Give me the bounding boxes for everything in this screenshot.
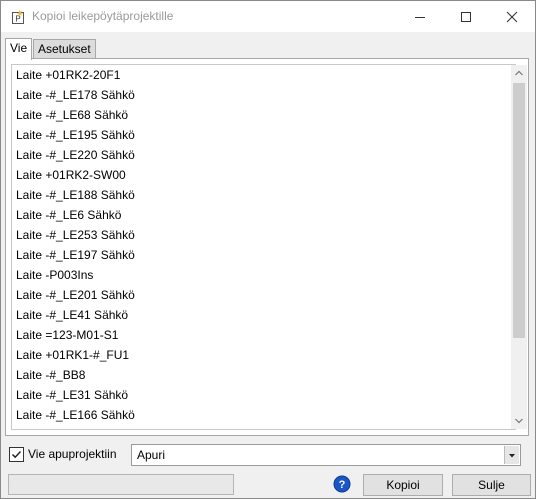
dropdown-arrow-button[interactable] [504,446,519,464]
help-button[interactable]: ? [333,475,351,493]
list-item[interactable]: Laite -#_LE188 Sähkö [16,185,135,205]
close-button[interactable]: Sulje [452,474,531,496]
tab-panel-vie: Laite +01RK2-20F1 Laite -#_LE178 Sähkö L… [5,58,529,436]
list-item[interactable]: Laite -P003Ins [16,265,93,285]
export-checkbox-label[interactable]: Vie apuprojektiin [28,447,117,461]
svg-text:?: ? [339,479,346,491]
app-p-icon: P [10,9,26,25]
list-item[interactable]: Laite =123-M01-S1 [16,325,118,345]
target-project-dropdown[interactable]: Apuri [131,444,521,466]
checkmark-icon [11,450,22,459]
title-bar[interactable]: P Kopioi leikepöytäprojektille [1,1,535,32]
minimize-button[interactable] [397,1,443,32]
dropdown-arrow-icon [509,454,515,458]
list-item[interactable]: Laite -#_BB8 [16,365,85,385]
minimize-icon [415,17,425,18]
chevron-up-icon [515,70,523,76]
status-field [8,474,234,495]
help-icon: ? [333,475,351,493]
tab-vie[interactable]: Vie [5,38,33,60]
scroll-down-button[interactable] [511,413,527,429]
list-item[interactable]: Laite -#_LE178 Sähkö [16,85,135,105]
list-item[interactable]: Laite +01RK1-#_FU1 [16,345,129,365]
item-list[interactable]: Laite +01RK2-20F1 Laite -#_LE178 Sähkö L… [11,64,516,430]
svg-text:P: P [15,15,20,24]
list-item[interactable]: Laite -#_LE6 Sähkö [16,205,121,225]
scroll-thumb[interactable] [513,83,525,338]
list-item[interactable]: Laite +01RK2-20F1 [16,65,120,85]
tab-asetukset[interactable]: Asetukset [33,39,96,58]
copy-button[interactable]: Kopioi [363,474,443,496]
window-title: Kopioi leikepöytäprojektille [32,9,174,23]
list-item[interactable]: Laite -#_LE68 Sähkö [16,105,128,125]
maximize-icon [461,12,471,22]
list-item[interactable]: Laite +01RK2-SW00 [16,165,126,185]
list-item[interactable]: Laite -#_LE201 Sähkö [16,285,135,305]
close-icon [506,11,518,23]
export-checkbox[interactable] [9,447,24,462]
close-window-button[interactable] [489,1,535,32]
maximize-button[interactable] [443,1,489,32]
list-item[interactable]: Laite -#_LE41 Sähkö [16,305,128,325]
scroll-up-button[interactable] [511,65,527,81]
list-item[interactable]: Laite -#_LE195 Sähkö [16,125,135,145]
chevron-down-icon [515,418,523,424]
list-item[interactable]: Laite -#_LE31 Sähkö [16,385,128,405]
list-item[interactable]: Laite -#_LE166 Sähkö [16,405,135,425]
list-item[interactable]: Laite -#_LE220 Sähkö [16,145,135,165]
target-project-value: Apuri [137,448,166,462]
list-item[interactable]: Laite -#_LE253 Sähkö [16,225,135,245]
dialog-window: P Kopioi leikepöytäprojektille Vie Asetu… [0,0,536,499]
vertical-scrollbar[interactable] [511,65,527,429]
list-item[interactable]: Laite -#_LE197 Sähkö [16,245,135,265]
tab-strip: Vie Asetukset [5,38,525,60]
